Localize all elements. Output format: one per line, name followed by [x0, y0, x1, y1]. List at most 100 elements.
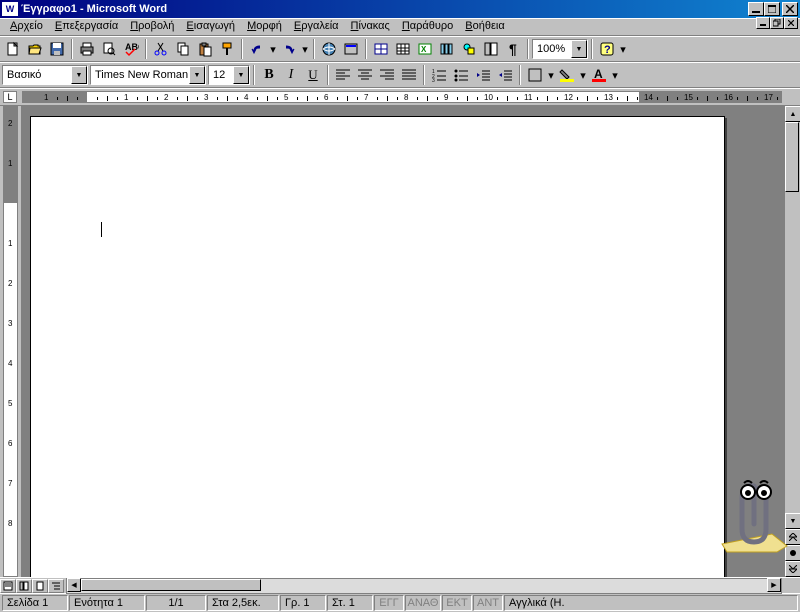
undo-dropdown[interactable]: ▾ — [268, 38, 278, 60]
align-left-button[interactable] — [332, 64, 354, 86]
next-page-button[interactable] — [785, 561, 800, 577]
svg-text:¶: ¶ — [509, 41, 517, 57]
page-layout-button[interactable] — [32, 579, 48, 593]
scroll-thumb[interactable] — [785, 122, 799, 192]
svg-text:3: 3 — [432, 78, 435, 82]
style-combo[interactable]: Βασικό ▼ — [2, 65, 88, 85]
numbering-button[interactable]: 123 — [428, 64, 450, 86]
menu-view[interactable]: Προβολή — [124, 19, 180, 35]
chevron-down-icon[interactable]: ▼ — [571, 40, 587, 58]
status-ext[interactable]: ΕΚΤ — [442, 595, 472, 611]
align-justify-button[interactable] — [398, 64, 420, 86]
select-browse-button[interactable] — [785, 545, 800, 561]
vertical-ruler[interactable]: 2112345678 — [0, 106, 22, 577]
status-rec[interactable]: ΕΓΓ — [374, 595, 404, 611]
close-button[interactable] — [782, 2, 798, 16]
hyperlink-button[interactable] — [318, 38, 340, 60]
horizontal-scrollbar[interactable]: ◀ ▶ — [66, 578, 782, 594]
status-lang: Αγγλικά (Η. — [504, 595, 798, 611]
doc-restore-button[interactable] — [770, 17, 784, 29]
status-trk[interactable]: ΑΝΑΘ — [405, 595, 441, 611]
doc-map-button[interactable] — [480, 38, 502, 60]
scroll-down-button[interactable]: ▼ — [785, 513, 800, 529]
scroll-right-button[interactable]: ▶ — [767, 578, 781, 592]
undo-button[interactable] — [246, 38, 268, 60]
tables-borders-button[interactable] — [370, 38, 392, 60]
underline-button[interactable]: U — [302, 64, 324, 86]
scroll-up-button[interactable]: ▲ — [785, 106, 800, 122]
spellcheck-button[interactable]: ABC — [120, 38, 142, 60]
insert-table-button[interactable] — [392, 38, 414, 60]
redo-dropdown[interactable]: ▾ — [300, 38, 310, 60]
borders-button[interactable] — [524, 64, 546, 86]
align-center-button[interactable] — [354, 64, 376, 86]
menu-insert[interactable]: Εισαγωγή — [180, 19, 241, 35]
drawing-button[interactable] — [458, 38, 480, 60]
online-layout-button[interactable] — [16, 579, 32, 593]
align-right-button[interactable] — [376, 64, 398, 86]
italic-button[interactable]: I — [280, 64, 302, 86]
menu-tools[interactable]: Εργαλεία — [288, 19, 345, 35]
hscroll-thumb[interactable] — [81, 579, 261, 591]
horizontal-ruler[interactable]: L 11234567891011121314151617 — [0, 88, 800, 106]
doc-minimize-button[interactable] — [756, 17, 770, 29]
borders-dropdown[interactable]: ▾ — [546, 64, 556, 86]
menu-format[interactable]: Μορφή — [241, 19, 288, 35]
help-button[interactable]: ? — [596, 38, 618, 60]
bold-button[interactable]: B — [258, 64, 280, 86]
redo-button[interactable] — [278, 38, 300, 60]
text-cursor — [101, 222, 102, 237]
web-toolbar-button[interactable] — [340, 38, 362, 60]
status-line: Γρ. 1 — [280, 595, 326, 611]
status-ovr[interactable]: ΑΝΤ — [473, 595, 503, 611]
cut-button[interactable] — [150, 38, 172, 60]
font-color-dropdown[interactable]: ▾ — [610, 64, 620, 86]
document-area: 2112345678 ▲ ▼ — [0, 106, 800, 577]
app-icon: W — [2, 2, 18, 16]
decrease-indent-button[interactable] — [472, 64, 494, 86]
view-bar: ◀ ▶ — [0, 577, 800, 593]
previous-page-button[interactable] — [785, 529, 800, 545]
minimize-button[interactable] — [748, 2, 764, 16]
copy-button[interactable] — [172, 38, 194, 60]
highlight-button[interactable] — [556, 64, 578, 86]
maximize-button[interactable] — [764, 2, 780, 16]
status-col: Στ. 1 — [327, 595, 373, 611]
menu-help[interactable]: Βοήθεια — [459, 19, 510, 35]
page-viewport[interactable] — [22, 106, 784, 577]
highlight-dropdown[interactable]: ▾ — [578, 64, 588, 86]
menu-window[interactable]: Παράθυρο — [396, 19, 459, 35]
menu-edit[interactable]: Επεξεργασία — [49, 19, 124, 35]
paste-button[interactable] — [194, 38, 216, 60]
show-hide-button[interactable]: ¶ — [502, 38, 524, 60]
outline-view-button[interactable] — [48, 579, 64, 593]
chevron-down-icon[interactable]: ▼ — [233, 66, 249, 84]
increase-indent-button[interactable] — [494, 64, 516, 86]
document-page[interactable] — [30, 116, 725, 577]
window-title: Έγγραφο1 - Microsoft Word — [21, 3, 748, 15]
fontsize-combo[interactable]: 12 ▼ — [208, 65, 250, 85]
chevron-down-icon[interactable]: ▼ — [189, 66, 205, 84]
print-preview-button[interactable] — [98, 38, 120, 60]
vertical-scrollbar[interactable]: ▲ ▼ — [784, 106, 800, 577]
excel-button[interactable]: X — [414, 38, 436, 60]
font-color-button[interactable]: A — [588, 64, 610, 86]
status-at: Στα 2,5εκ. — [207, 595, 279, 611]
save-button[interactable] — [46, 38, 68, 60]
chevron-down-icon[interactable]: ▼ — [71, 66, 87, 84]
menu-file[interactable]: Αρχείο — [4, 19, 49, 35]
doc-close-button[interactable] — [784, 17, 798, 29]
bullets-button[interactable] — [450, 64, 472, 86]
format-painter-button[interactable] — [216, 38, 238, 60]
new-button[interactable] — [2, 38, 24, 60]
font-combo[interactable]: Times New Roman ▼ — [90, 65, 206, 85]
scroll-left-button[interactable]: ◀ — [67, 578, 81, 592]
zoom-combo[interactable]: 100% ▼ — [532, 39, 588, 59]
menu-table[interactable]: Πίνακας — [345, 19, 396, 35]
open-button[interactable] — [24, 38, 46, 60]
normal-view-button[interactable] — [0, 579, 16, 593]
status-bar: Σελίδα 1 Ενότητα 1 1/1 Στα 2,5εκ. Γρ. 1 … — [0, 593, 800, 612]
columns-button[interactable] — [436, 38, 458, 60]
help-dropdown[interactable]: ▾ — [618, 38, 628, 60]
print-button[interactable] — [76, 38, 98, 60]
